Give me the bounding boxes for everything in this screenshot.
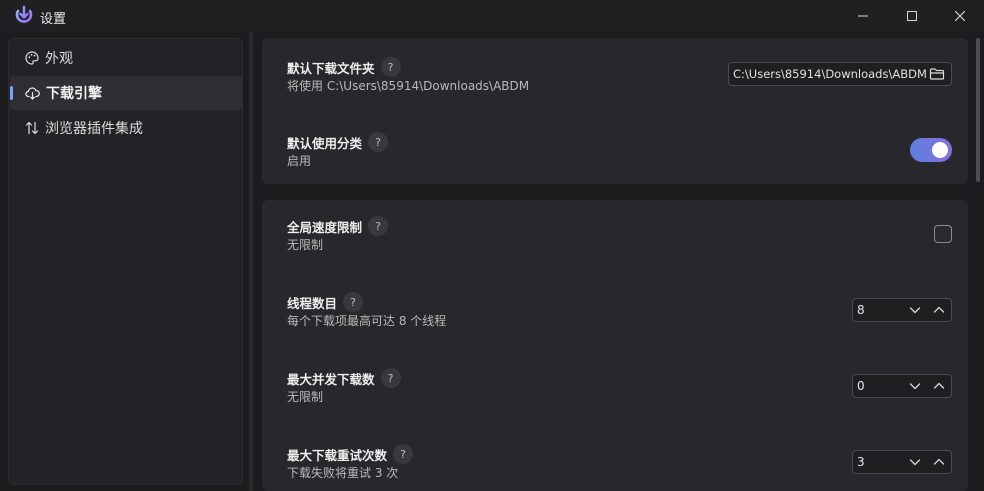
title-bar[interactable]: 设置 bbox=[0, 0, 984, 32]
setting-label: 最大下载重试次数 ? bbox=[287, 444, 414, 464]
sidebar-item-label: 外观 bbox=[45, 51, 73, 67]
sort-arrows-icon bbox=[25, 121, 39, 135]
help-button[interactable]: ? bbox=[368, 132, 389, 152]
sidebar-item-browser-integration[interactable]: 浏览器插件集成 bbox=[10, 111, 242, 145]
stepper-value[interactable]: 3 bbox=[857, 455, 865, 469]
setting-thread-count: 线程数目 ? 每个下载项最高可达 8 个线程 8 bbox=[262, 292, 968, 332]
speed-limit-checkbox[interactable] bbox=[934, 225, 952, 243]
content-scrollbar[interactable] bbox=[976, 38, 980, 182]
setting-description: 无限制 bbox=[287, 390, 324, 404]
chevron-down-icon[interactable] bbox=[909, 381, 921, 391]
folder-icon[interactable] bbox=[929, 67, 945, 81]
chevron-down-icon[interactable] bbox=[909, 305, 921, 315]
maximize-button[interactable] bbox=[889, 0, 935, 32]
cloud-download-icon bbox=[25, 87, 40, 100]
help-button[interactable]: ? bbox=[368, 216, 389, 236]
setting-label: 默认使用分类 ? bbox=[287, 132, 389, 152]
active-indicator bbox=[10, 86, 13, 100]
help-button[interactable]: ? bbox=[393, 444, 414, 464]
sidebar-item-download-engine[interactable]: 下载引擎 bbox=[10, 76, 242, 110]
help-button[interactable]: ? bbox=[343, 292, 364, 312]
settings-card-download: 全局速度限制 ? 无限制 线程数目 ? 每个下载项最高可达 8 个线程 8 最大… bbox=[262, 200, 968, 491]
settings-card-storage: 默认下载文件夹 ? 将使用 C:\Users\85914\Downloads\A… bbox=[262, 38, 968, 184]
setting-download-folder: 默认下载文件夹 ? 将使用 C:\Users\85914\Downloads\A… bbox=[262, 57, 968, 97]
sidebar-item-label: 浏览器插件集成 bbox=[45, 121, 143, 137]
sidebar-item-label: 下载引擎 bbox=[46, 86, 102, 102]
close-icon bbox=[955, 11, 965, 21]
default-category-toggle[interactable] bbox=[910, 138, 952, 162]
setting-max-retries: 最大下载重试次数 ? 下载失败将重试 3 次 3 bbox=[262, 444, 968, 484]
setting-description: 下载失败将重试 3 次 bbox=[287, 466, 399, 480]
setting-label: 全局速度限制 ? bbox=[287, 216, 389, 236]
download-folder-value: C:\Users\85914\Downloads\ABDM bbox=[733, 67, 927, 81]
pane-splitter[interactable] bbox=[249, 32, 253, 491]
settings-window: 设置 外观 下载引擎 浏览器插件集成 默认下载文件夹 ? 将使用 C:\User… bbox=[0, 0, 984, 491]
download-folder-field[interactable]: C:\Users\85914\Downloads\ABDM bbox=[728, 62, 952, 86]
setting-speed-limit: 全局速度限制 ? 无限制 bbox=[262, 216, 968, 256]
help-button[interactable]: ? bbox=[380, 57, 401, 77]
setting-label: 默认下载文件夹 ? bbox=[287, 57, 401, 77]
setting-label: 最大并发下载数 ? bbox=[287, 368, 401, 388]
chevron-up-icon[interactable] bbox=[933, 305, 945, 315]
setting-description: 将使用 C:\Users\85914\Downloads\ABDM bbox=[287, 79, 530, 93]
setting-default-category: 默认使用分类 ? 启用 bbox=[262, 132, 968, 172]
maximize-icon bbox=[907, 11, 917, 21]
window-title: 设置 bbox=[40, 12, 67, 27]
thread-count-stepper[interactable]: 8 bbox=[852, 298, 952, 322]
sidebar-nav: 外观 下载引擎 浏览器插件集成 bbox=[8, 38, 243, 485]
settings-content: 默认下载文件夹 ? 将使用 C:\Users\85914\Downloads\A… bbox=[262, 38, 968, 491]
chevron-down-icon[interactable] bbox=[909, 457, 921, 467]
max-retries-stepper[interactable]: 3 bbox=[852, 450, 952, 474]
stepper-value[interactable]: 0 bbox=[857, 379, 865, 393]
chevron-up-icon[interactable] bbox=[933, 381, 945, 391]
sidebar-item-appearance[interactable]: 外观 bbox=[10, 41, 242, 75]
app-logo-icon bbox=[15, 5, 33, 23]
max-concurrent-stepper[interactable]: 0 bbox=[852, 374, 952, 398]
minimize-icon bbox=[858, 15, 868, 17]
help-button[interactable]: ? bbox=[380, 368, 401, 388]
minimize-button[interactable] bbox=[840, 0, 886, 32]
stepper-value[interactable]: 8 bbox=[857, 303, 865, 317]
chevron-up-icon[interactable] bbox=[933, 457, 945, 467]
setting-label: 线程数目 ? bbox=[287, 292, 364, 312]
toggle-knob bbox=[932, 142, 948, 158]
setting-description: 启用 bbox=[287, 154, 312, 168]
close-button[interactable] bbox=[937, 0, 983, 32]
palette-icon bbox=[25, 51, 39, 65]
setting-max-concurrent: 最大并发下载数 ? 无限制 0 bbox=[262, 368, 968, 408]
setting-description: 无限制 bbox=[287, 238, 324, 252]
setting-description: 每个下载项最高可达 8 个线程 bbox=[287, 314, 447, 328]
